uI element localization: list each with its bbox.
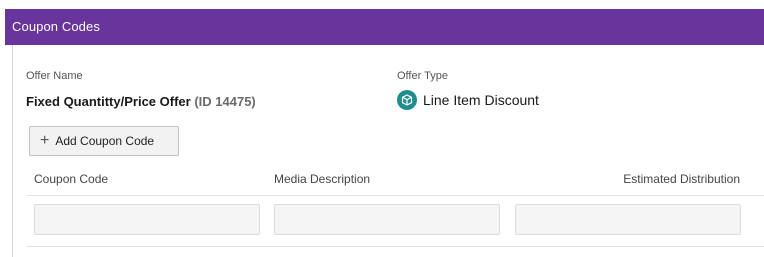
plus-icon: + xyxy=(40,132,50,149)
panel-header: Coupon Codes xyxy=(5,9,764,45)
panel-title: Coupon Codes xyxy=(12,19,100,34)
offer-type-value: Line Item Discount xyxy=(397,89,539,111)
offer-type-text: Line Item Discount xyxy=(423,92,539,108)
estimated-distribution-input[interactable] xyxy=(515,204,741,235)
column-header-estimated-distribution: Estimated Distribution xyxy=(623,172,740,186)
add-coupon-code-label: Add Coupon Code xyxy=(55,134,155,148)
add-coupon-code-button[interactable]: + Add Coupon Code xyxy=(29,126,179,156)
column-header-coupon-code: Coupon Code xyxy=(34,172,109,186)
media-description-input[interactable] xyxy=(274,204,500,235)
offer-name-text: Fixed Quantitty/Price Offer xyxy=(26,94,191,109)
row-divider xyxy=(26,246,764,247)
offer-name-value: Fixed Quantitty/Price Offer (ID 14475) xyxy=(26,94,256,109)
header-divider xyxy=(26,195,764,196)
cube-icon xyxy=(397,90,417,110)
offer-type-label: Offer Type xyxy=(397,70,448,82)
offer-name-label: Offer Name xyxy=(26,70,83,82)
coupon-code-input[interactable] xyxy=(34,204,260,235)
coupon-codes-panel: Offer Name Fixed Quantitty/Price Offer (… xyxy=(12,45,764,257)
offer-id-text: (ID 14475) xyxy=(194,94,256,109)
column-header-media-description: Media Description xyxy=(274,172,371,186)
